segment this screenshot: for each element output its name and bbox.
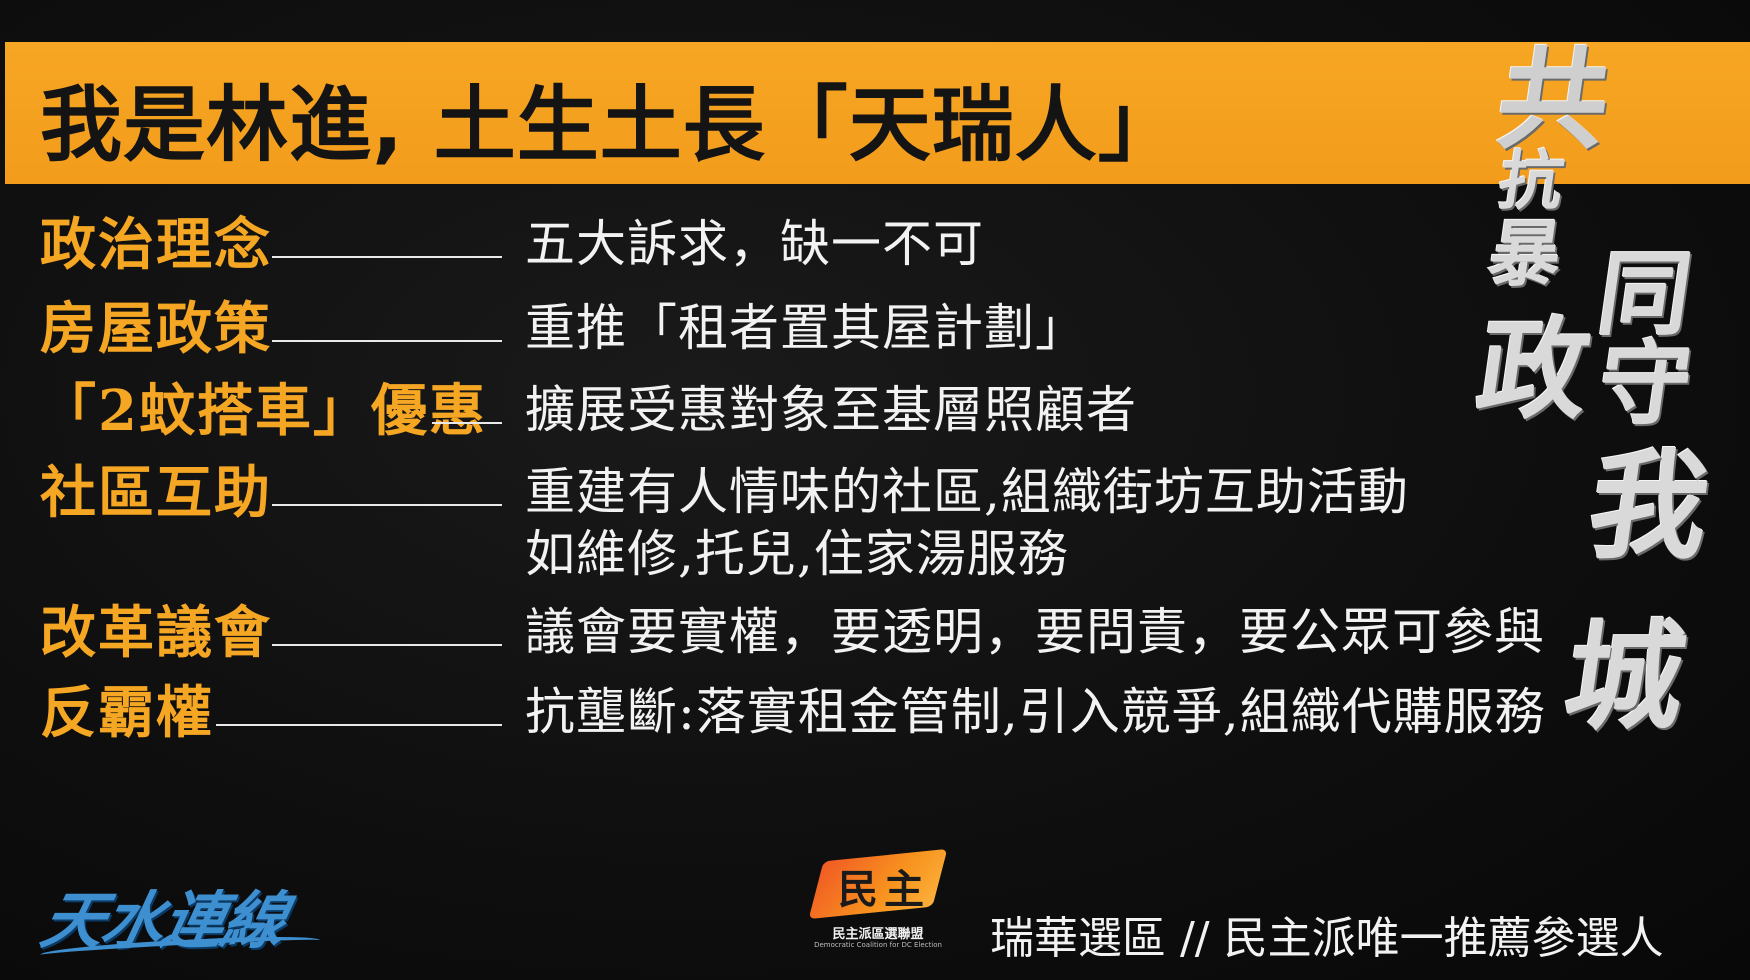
logo-name: 民主派區選聯盟 [832,927,924,942]
logo-subtitle: Democratic Coalition for DC Election [814,941,942,949]
footer-text: 瑞華選區 // 民主派唯一推薦參選人 [990,913,1664,964]
policy-label: 社區互助 [40,460,272,526]
leader-line [272,340,502,342]
policy-value: 擴展受惠對象至基層照顧者 [525,381,1137,439]
policy-value-continued: 如維修,托兒,住家湯服務 [525,525,1069,583]
policy-value: 議會要實權，要透明，要問責，要公眾可參與 [525,603,1545,661]
logo-char: 民 [838,866,878,913]
slogan-char-7: 我城 [1556,436,1719,746]
flag-icon [808,848,948,920]
policy-value: 五大訴求，缺一不可 [525,215,984,273]
policy-label: 政治理念 [40,212,272,278]
leader-line [272,256,502,258]
banner-title: 我是林進, 土生土長「天瑞人」 [40,78,1181,173]
policy-label: 「2蚊搭車」優惠 [40,378,487,444]
policy-label: 反霸權 [40,680,214,746]
policy-value: 重推「租者置其屋計劃」 [525,299,1086,357]
policy-value: 抗壟斷:落實租金管制,引入競爭,組織代購服務 [525,683,1546,741]
leader-line [272,504,502,506]
campaign-card: 我是林進, 土生土長「天瑞人」 共 抗 暴 政 同 守 我城 政治理念 五大訴求… [0,0,1750,980]
coalition-logo: 民 主 民主派區選聯盟 Democratic Coalition for DC … [808,845,948,955]
leader-line [272,644,502,646]
slogan-char-4: 政 [1469,305,1598,434]
leader-line [216,724,502,726]
policy-label: 改革議會 [40,600,272,666]
logo-char: 主 [884,866,924,913]
policy-label: 房屋政策 [40,296,272,362]
leader-line [432,422,502,424]
